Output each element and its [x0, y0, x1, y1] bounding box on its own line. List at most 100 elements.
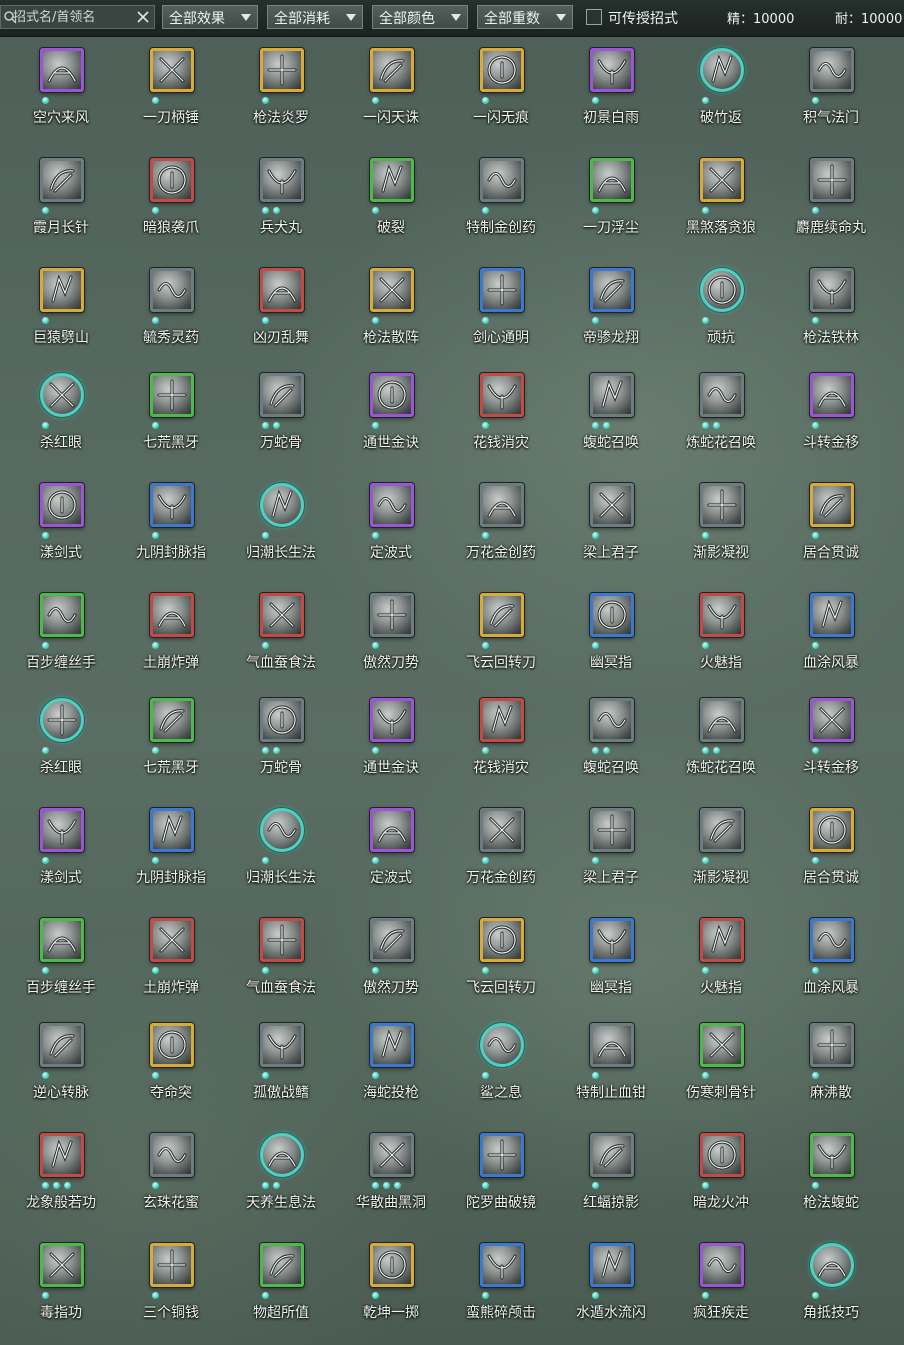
- skill-icon[interactable]: [700, 808, 744, 852]
- skill-icon[interactable]: [40, 373, 84, 417]
- skill-cell[interactable]: 气血蚕食法: [226, 593, 336, 683]
- skill-cell[interactable]: 气血蚕食法: [226, 918, 336, 1008]
- skill-icon[interactable]: [700, 158, 744, 202]
- skill-cell[interactable]: 傲然刀势: [336, 593, 446, 683]
- skill-cell[interactable]: 万蛇骨: [226, 698, 336, 788]
- skill-cell[interactable]: 蝮蛇召唤: [556, 698, 666, 788]
- skill-icon[interactable]: [700, 1243, 744, 1287]
- skill-icon[interactable]: [150, 1023, 194, 1067]
- skill-icon[interactable]: [590, 698, 634, 742]
- skill-icon[interactable]: [370, 698, 414, 742]
- skill-icon[interactable]: [150, 373, 194, 417]
- skill-icon[interactable]: [40, 48, 84, 92]
- skill-cell[interactable]: 龙象般若功: [6, 1133, 116, 1223]
- skill-cell[interactable]: 漾剑式: [6, 808, 116, 898]
- skill-cell[interactable]: 积气法门: [776, 48, 886, 138]
- skill-icon[interactable]: [590, 268, 634, 312]
- skill-icon[interactable]: [700, 373, 744, 417]
- skill-icon[interactable]: [700, 593, 744, 637]
- skill-cell[interactable]: 梁上君子: [556, 483, 666, 573]
- skill-icon[interactable]: [370, 1243, 414, 1287]
- skill-cell[interactable]: 一闪天诛: [336, 48, 446, 138]
- skill-icon[interactable]: [370, 1133, 414, 1177]
- skill-cell[interactable]: 定波式: [336, 483, 446, 573]
- skill-cell[interactable]: 枪法散阵: [336, 268, 446, 358]
- skill-cell[interactable]: 天养生息法: [226, 1133, 336, 1223]
- skill-cell[interactable]: 孤傲战鳍: [226, 1023, 336, 1113]
- skill-icon[interactable]: [260, 483, 304, 527]
- skill-icon[interactable]: [370, 808, 414, 852]
- skill-cell[interactable]: 定波式: [336, 808, 446, 898]
- skill-icon[interactable]: [480, 1133, 524, 1177]
- skill-icon[interactable]: [40, 483, 84, 527]
- skill-cell[interactable]: 万花金创药: [446, 808, 556, 898]
- skill-cell[interactable]: 毒指功: [6, 1243, 116, 1333]
- skill-cell[interactable]: 一闪无痕: [446, 48, 556, 138]
- skill-icon[interactable]: [260, 698, 304, 742]
- skill-cell[interactable]: 麝鹿续命丸: [776, 158, 886, 248]
- skill-icon[interactable]: [810, 698, 854, 742]
- skill-icon[interactable]: [810, 1023, 854, 1067]
- skill-cell[interactable]: 枪法炎罗: [226, 48, 336, 138]
- skill-icon[interactable]: [590, 158, 634, 202]
- skill-cell[interactable]: 七荒黑牙: [116, 373, 226, 463]
- skill-cell[interactable]: 漾剑式: [6, 483, 116, 573]
- skill-cell[interactable]: 枪法铁林: [776, 268, 886, 358]
- skill-cell[interactable]: 夺命突: [116, 1023, 226, 1113]
- skill-icon[interactable]: [150, 593, 194, 637]
- skill-icon[interactable]: [40, 268, 84, 312]
- skill-cell[interactable]: 居合贯诚: [776, 808, 886, 898]
- skill-icon[interactable]: [260, 1023, 304, 1067]
- skill-icon[interactable]: [480, 593, 524, 637]
- close-icon[interactable]: [135, 9, 151, 25]
- skill-cell[interactable]: 傲然刀势: [336, 918, 446, 1008]
- skill-icon[interactable]: [370, 268, 414, 312]
- skill-cell[interactable]: 七荒黑牙: [116, 698, 226, 788]
- skill-icon[interactable]: [150, 918, 194, 962]
- skill-icon[interactable]: [480, 48, 524, 92]
- skill-icon[interactable]: [150, 808, 194, 852]
- skill-cell[interactable]: 炼蛇花召唤: [666, 373, 776, 463]
- skill-icon[interactable]: [370, 158, 414, 202]
- skill-icon[interactable]: [810, 1133, 854, 1177]
- skill-icon[interactable]: [370, 1023, 414, 1067]
- skill-icon[interactable]: [40, 1133, 84, 1177]
- skill-cell[interactable]: 斗转金移: [776, 373, 886, 463]
- skill-icon[interactable]: [260, 48, 304, 92]
- skill-icon[interactable]: [810, 1243, 854, 1287]
- skill-icon[interactable]: [590, 593, 634, 637]
- skill-icon[interactable]: [480, 808, 524, 852]
- skill-cell[interactable]: 海蛇投枪: [336, 1023, 446, 1113]
- skill-cell[interactable]: 九阴封脉指: [116, 483, 226, 573]
- skill-cell[interactable]: 杀红眼: [6, 698, 116, 788]
- skill-cell[interactable]: 百步缠丝手: [6, 593, 116, 683]
- skill-cell[interactable]: 黑煞落贪狼: [666, 158, 776, 248]
- skill-icon[interactable]: [150, 1133, 194, 1177]
- skill-icon[interactable]: [810, 918, 854, 962]
- skill-cell[interactable]: 帝骖龙翔: [556, 268, 666, 358]
- skill-icon[interactable]: [370, 593, 414, 637]
- cost-filter-dropdown[interactable]: 全部消耗: [267, 5, 363, 29]
- skill-icon[interactable]: [150, 158, 194, 202]
- skill-icon[interactable]: [150, 268, 194, 312]
- skill-cell[interactable]: 毓秀灵药: [116, 268, 226, 358]
- skill-cell[interactable]: 万蛇骨: [226, 373, 336, 463]
- skill-cell[interactable]: 土崩炸弹: [116, 918, 226, 1008]
- skill-cell[interactable]: 血涂风暴: [776, 593, 886, 683]
- skill-icon[interactable]: [700, 918, 744, 962]
- skill-cell[interactable]: 破竹返: [666, 48, 776, 138]
- skill-cell[interactable]: 花钱消灾: [446, 373, 556, 463]
- skill-cell[interactable]: 逆心转脉: [6, 1023, 116, 1113]
- skill-cell[interactable]: 渐影凝视: [666, 808, 776, 898]
- skill-cell[interactable]: 暗龙火冲: [666, 1133, 776, 1223]
- skill-cell[interactable]: 幽冥指: [556, 593, 666, 683]
- skill-icon[interactable]: [40, 698, 84, 742]
- skill-icon[interactable]: [810, 593, 854, 637]
- skill-icon[interactable]: [370, 918, 414, 962]
- skill-icon[interactable]: [810, 808, 854, 852]
- skill-cell[interactable]: 归潮长生法: [226, 808, 336, 898]
- skill-icon[interactable]: [700, 483, 744, 527]
- skill-icon[interactable]: [590, 918, 634, 962]
- skill-icon[interactable]: [40, 808, 84, 852]
- skill-cell[interactable]: 顽抗: [666, 268, 776, 358]
